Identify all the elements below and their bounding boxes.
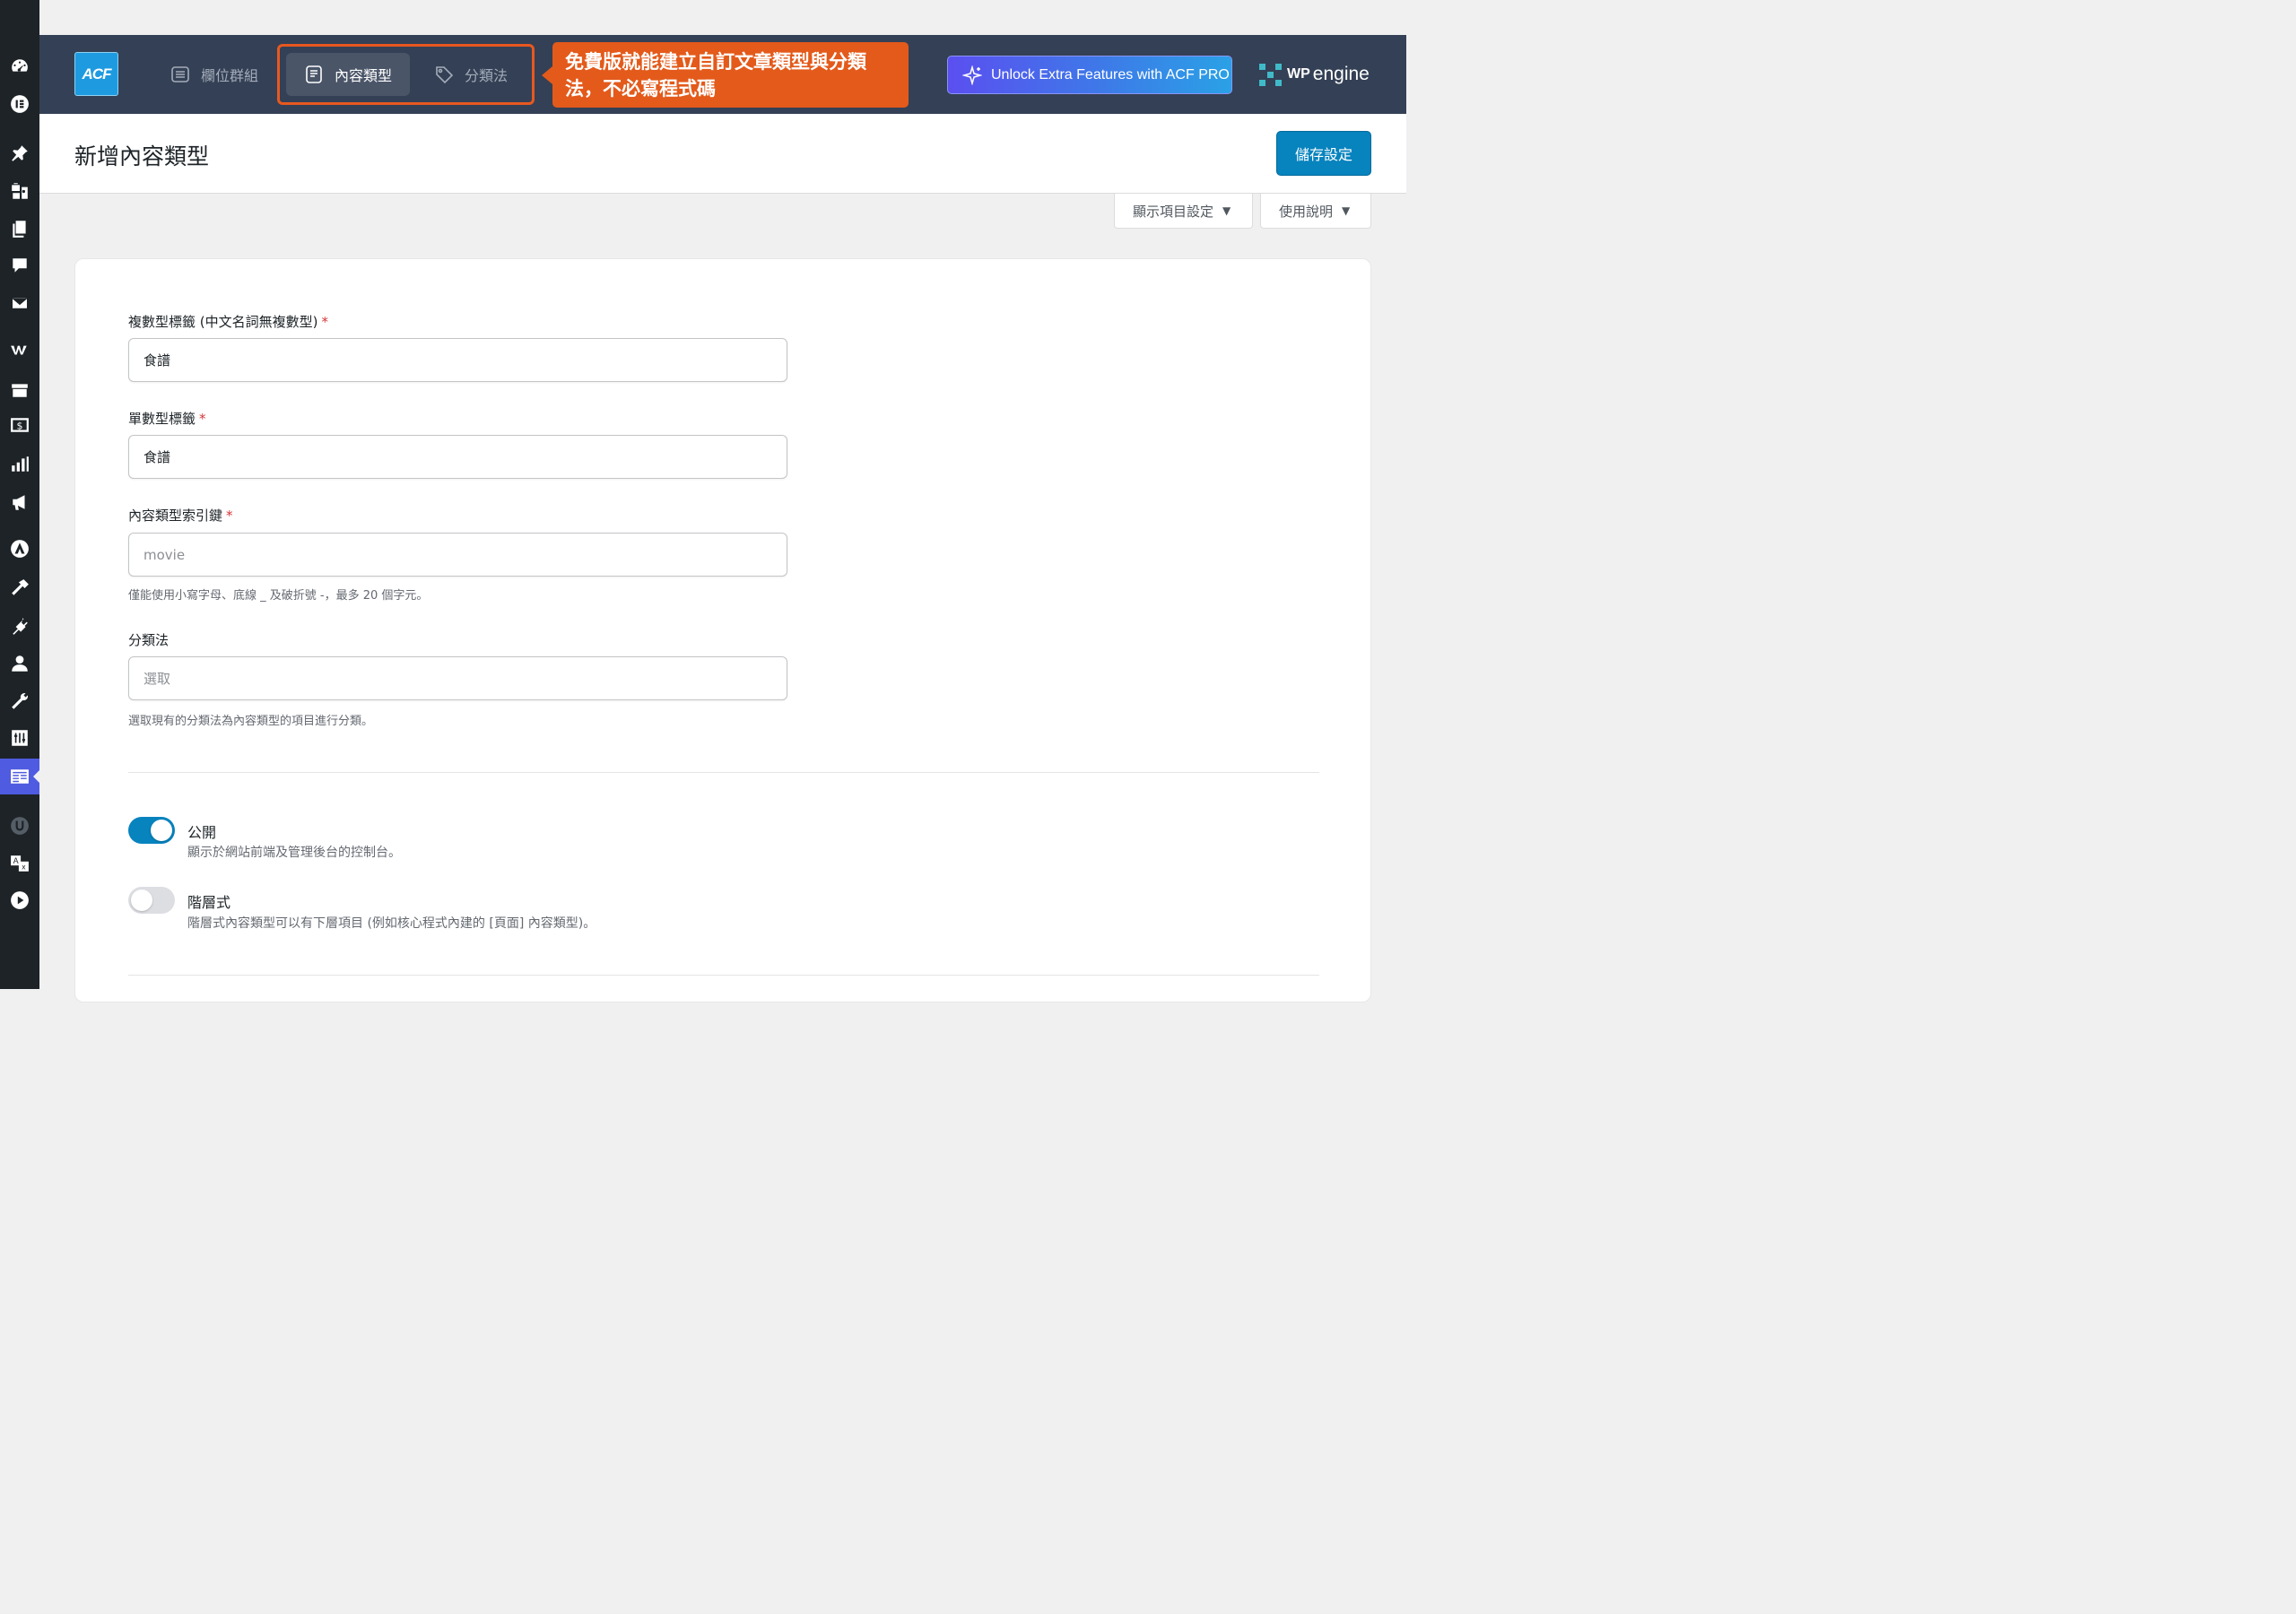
analytics-icon[interactable] — [0, 448, 39, 481]
wpe-wp-text: WP — [1287, 66, 1310, 82]
public-desc: 顯示於網站前端及管理後台的控制台。 — [187, 846, 401, 860]
screen-options-toggle[interactable]: 顯示項目設定 ▼ — [1114, 194, 1253, 229]
section-divider — [128, 975, 1319, 976]
required-mark: * — [226, 508, 233, 524]
unlock-label: Unlock Extra Features with ACF PRO — [991, 66, 1230, 82]
form-card: 複數型標籤 (中文名詞無複數型) * 食譜 單數型標籤 * 食譜 內容類型索引鍵 * … — [74, 258, 1371, 1002]
tab-field-groups[interactable]: 欄位群組 — [170, 53, 258, 96]
title-bar: 新增內容類型 儲存設定 — [39, 114, 1406, 194]
svg-text:x: x — [22, 863, 26, 872]
caret-down-icon: ▼ — [1222, 204, 1231, 217]
taxonomies-select[interactable]: 選取 — [128, 656, 787, 700]
public-toggle[interactable] — [128, 817, 175, 844]
wpe-grid-icon — [1259, 63, 1282, 86]
callout-annotation: 免費版就能建立自訂文章類型與分類法，不必寫程式碼 — [542, 42, 909, 108]
play-icon[interactable] — [0, 884, 39, 916]
hierarchical-toggle[interactable] — [128, 887, 175, 914]
translate-icon[interactable]: Ax — [0, 847, 39, 880]
svg-text:A: A — [13, 857, 19, 866]
marketing-icon[interactable] — [0, 486, 39, 518]
plugins-icon[interactable] — [0, 610, 39, 642]
pages-icon[interactable] — [0, 213, 39, 245]
taxonomies-label: 分類法 — [128, 632, 170, 648]
acf-logo[interactable]: ACF — [74, 52, 118, 96]
singular-label: 單數型標籤 * — [128, 411, 206, 427]
taxonomies-help: 選取現有的分類法為內容類型的項目進行分類。 — [128, 715, 374, 728]
payments-icon[interactable]: $ — [0, 409, 39, 441]
tab-label: 欄位群組 — [201, 67, 259, 84]
updraft-icon[interactable] — [0, 810, 39, 842]
unlock-pro-button[interactable]: Unlock Extra Features with ACF PRO — [947, 56, 1232, 94]
svg-text:$: $ — [17, 420, 23, 431]
singular-label-input[interactable]: 食譜 — [128, 435, 787, 479]
wpe-engine-text: engine — [1312, 64, 1370, 84]
section-divider — [128, 772, 1319, 773]
plural-label: 複數型標籤 (中文名詞無複數型) * — [128, 314, 328, 330]
help-label: 使用說明 — [1279, 203, 1334, 220]
posts-pin-icon[interactable] — [0, 137, 39, 169]
caret-down-icon: ▼ — [1342, 204, 1351, 217]
required-mark: * — [199, 411, 206, 427]
post-type-key-label: 內容類型索引鍵 * — [128, 508, 233, 524]
hierarchical-title: 階層式 — [187, 894, 231, 911]
hierarchical-desc: 階層式內容類型可以有下層項目 (例如核心程式內建的 [頁面] 內容類型)。 — [187, 916, 596, 931]
page-title: 新增內容類型 — [74, 143, 210, 169]
wp-engine-logo[interactable]: WP engine — [1259, 63, 1370, 86]
mail-icon[interactable] — [0, 287, 39, 319]
post-type-key-input[interactable]: movie — [128, 533, 787, 577]
archive-icon[interactable] — [0, 374, 39, 406]
appearance-icon[interactable] — [0, 572, 39, 604]
field-groups-icon — [171, 66, 189, 82]
elementor-icon[interactable] — [0, 88, 39, 120]
required-mark: * — [321, 314, 328, 330]
public-title: 公開 — [187, 824, 217, 841]
astra-icon[interactable] — [0, 533, 39, 565]
tools-icon[interactable] — [0, 685, 39, 717]
woocommerce-icon[interactable] — [0, 334, 39, 366]
admin-sidebar: $ Ax — [0, 0, 39, 989]
post-type-key-help: 僅能使用小寫字母、底線 _ 及破折號 -，最多 20 個字元。 — [128, 589, 429, 603]
help-toggle[interactable]: 使用說明 ▼ — [1260, 194, 1371, 229]
save-button[interactable]: 儲存設定 — [1276, 131, 1371, 176]
comments-icon[interactable] — [0, 249, 39, 282]
acf-menu-icon[interactable] — [0, 759, 39, 794]
sparkle-icon — [962, 65, 982, 85]
settings-sliders-icon[interactable] — [0, 722, 39, 754]
plural-label-input[interactable]: 食譜 — [128, 338, 787, 382]
dashboard-icon[interactable] — [0, 50, 39, 82]
highlight-box — [277, 44, 535, 105]
media-icon[interactable] — [0, 175, 39, 207]
users-icon[interactable] — [0, 647, 39, 680]
acf-header: ACF 欄位群組 內容類型 分類法 免費版就能建立自訂文章類型與分類法，不必寫程… — [39, 35, 1406, 114]
screen-options-label: 顯示項目設定 — [1133, 203, 1214, 220]
